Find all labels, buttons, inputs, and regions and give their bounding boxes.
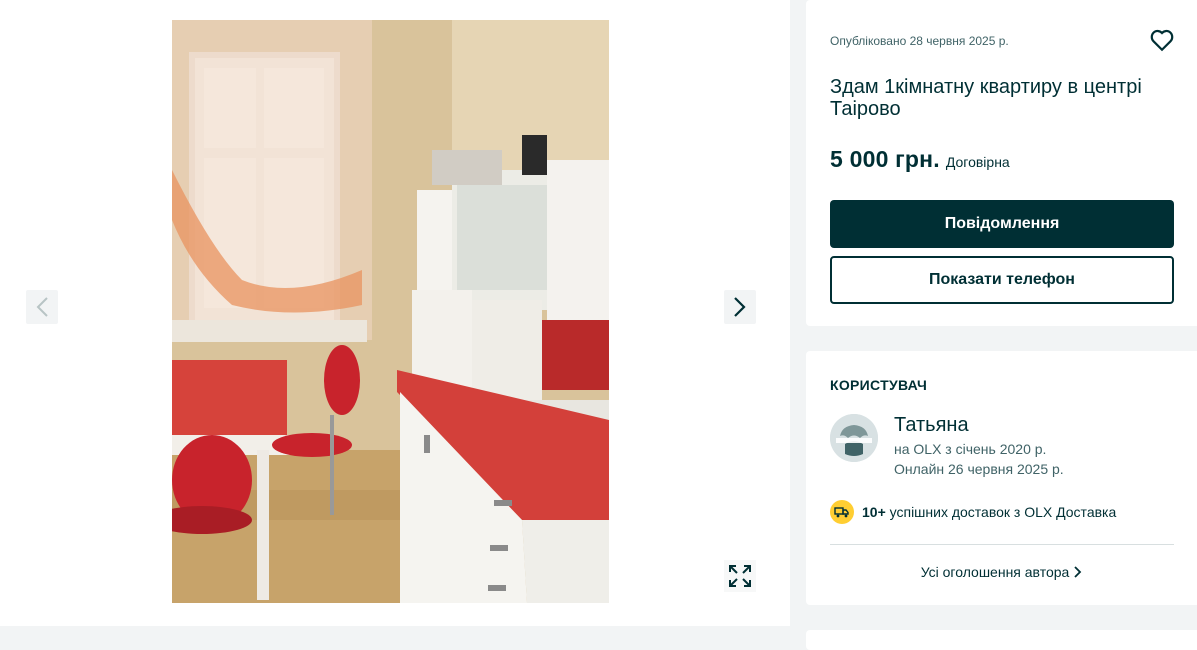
chevron-right-icon: [734, 297, 746, 317]
all-ads-label: Усі оголошення автора: [920, 564, 1070, 580]
price: 5 000 грн.: [830, 146, 940, 172]
delivery-badge: [830, 500, 854, 524]
expand-icon: [729, 565, 751, 587]
next-card-edge: [806, 630, 1197, 650]
price-row: 5 000 грн. Договірна: [830, 146, 1010, 173]
kitchen-photo-illustration: [172, 20, 609, 603]
seller-member-since: на OLX з січень 2020 р.: [894, 441, 1047, 457]
show-phone-button[interactable]: Показати телефон: [830, 256, 1174, 304]
chevron-left-icon: [36, 297, 48, 317]
avatar[interactable]: [830, 414, 878, 462]
photo-gallery: [0, 0, 790, 626]
delivery-text: успішних доставок з OLX Доставка: [889, 504, 1117, 520]
chevron-right-icon: [1074, 566, 1082, 578]
fullscreen-button[interactable]: [724, 560, 756, 592]
message-button[interactable]: Повідомлення: [830, 200, 1174, 248]
seller-heading: КОРИСТУВАЧ: [830, 377, 928, 393]
user-avatar-icon: [830, 414, 878, 462]
seller-card: КОРИСТУВАЧ Татьяна на OLX з січень 2020 …: [806, 351, 1197, 605]
all-author-ads-link[interactable]: Усі оголошення автора: [830, 564, 1174, 580]
listing-photo[interactable]: [172, 20, 609, 603]
delivery-stats: 10+ успішних доставок з OLX Доставка: [830, 500, 1116, 524]
listing-info-card: Опубліковано 28 червня 2025 р. Здам 1кім…: [806, 0, 1197, 326]
heart-icon: [1150, 29, 1174, 52]
gallery-prev-button[interactable]: [26, 290, 58, 324]
posted-date: Опубліковано 28 червня 2025 р.: [830, 34, 1009, 48]
delivery-truck-icon: [834, 507, 849, 518]
listing-title: Здам 1кімнатну квартиру в центрі Таірово: [830, 76, 1142, 120]
favorite-button[interactable]: [1149, 27, 1175, 53]
divider: [830, 544, 1174, 545]
delivery-count: 10+: [862, 504, 886, 520]
seller-last-online: Онлайн 26 червня 2025 р.: [894, 461, 1064, 477]
seller-name[interactable]: Татьяна: [894, 414, 969, 437]
negotiable-label: Договірна: [945, 154, 1010, 170]
gallery-next-button[interactable]: [724, 290, 756, 324]
